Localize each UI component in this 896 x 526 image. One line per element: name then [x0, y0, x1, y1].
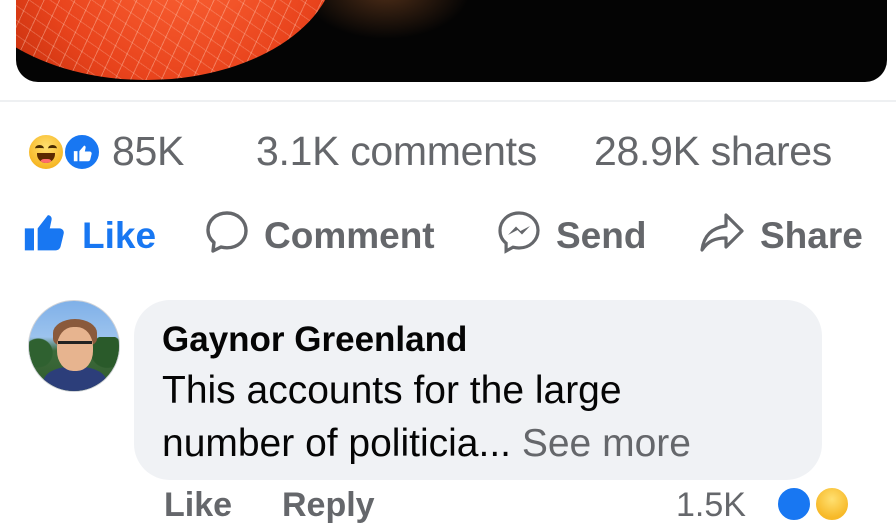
- messenger-icon: [496, 209, 542, 264]
- post-image[interactable]: [16, 0, 887, 82]
- comment-like-link[interactable]: Like: [164, 486, 232, 525]
- commenter-avatar[interactable]: [28, 300, 120, 392]
- thumbs-up-icon: [22, 210, 68, 263]
- comment-button[interactable]: Comment: [204, 204, 435, 268]
- comment-text-line1: This accounts for the large: [162, 369, 622, 412]
- like-reaction-icon[interactable]: [63, 133, 101, 171]
- comment-bubble: Gaynor Greenland This accounts for the l…: [134, 300, 822, 480]
- comment-text-line2: number of politicia...: [162, 422, 512, 465]
- share-button[interactable]: Share: [698, 204, 863, 268]
- like-label: Like: [82, 215, 157, 256]
- image-content: [16, 0, 336, 80]
- post-stats: 85K 3.1K comments 28.9K shares: [0, 124, 896, 180]
- share-label: Share: [760, 215, 863, 256]
- comment-haha-reaction-icon: [814, 486, 850, 522]
- haha-reaction-icon[interactable]: [27, 133, 65, 171]
- see-more-link[interactable]: See more: [511, 422, 691, 465]
- comment-like-reaction-icon: [776, 486, 812, 522]
- comments-count[interactable]: 3.1K comments: [256, 128, 537, 175]
- send-label: Send: [556, 215, 647, 256]
- comment-reaction-count[interactable]: 1.5K: [676, 486, 746, 525]
- divider: [0, 100, 896, 102]
- comment-footer: Like Reply 1.5K: [0, 486, 896, 526]
- reaction-count[interactable]: 85K: [112, 128, 184, 175]
- like-button[interactable]: Like: [22, 204, 156, 268]
- share-arrow-icon: [698, 209, 746, 264]
- comment-author[interactable]: Gaynor Greenland: [162, 320, 467, 360]
- comment-label: Comment: [264, 215, 435, 256]
- comment-reply-link[interactable]: Reply: [282, 486, 375, 525]
- post-actions: Like Comment Send Share: [0, 204, 896, 268]
- comment-icon: [204, 209, 250, 264]
- comment-text: This accounts for the large number of po…: [162, 364, 802, 470]
- shares-count[interactable]: 28.9K shares: [594, 128, 832, 175]
- send-button[interactable]: Send: [496, 204, 646, 268]
